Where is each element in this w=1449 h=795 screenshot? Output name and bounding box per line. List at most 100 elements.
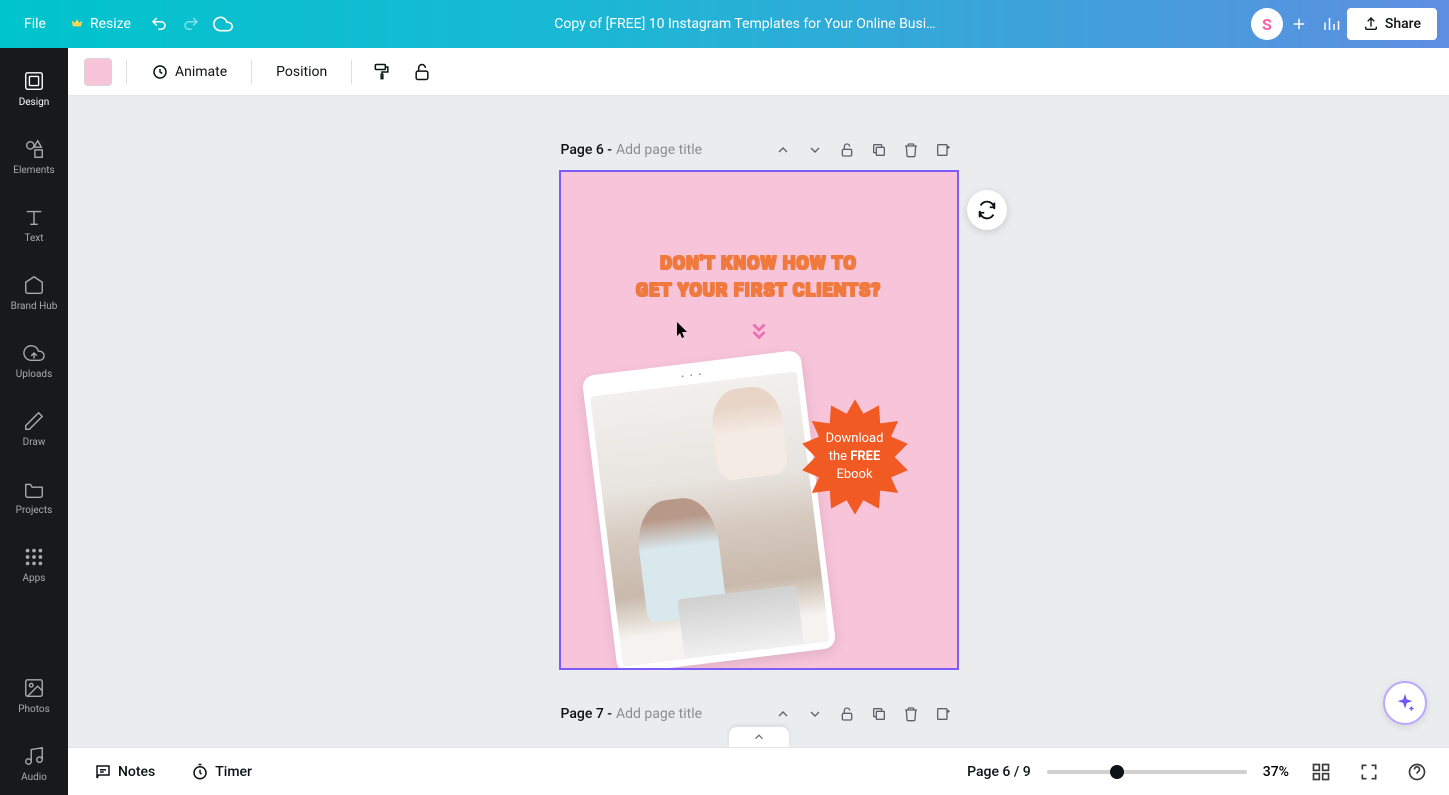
duplicate-icon xyxy=(871,706,887,722)
sidebar-label: Draw xyxy=(23,437,46,448)
lock-button[interactable] xyxy=(406,56,438,88)
sidebar-label: Elements xyxy=(13,165,54,176)
share-button[interactable]: Share xyxy=(1347,8,1437,40)
trash-icon xyxy=(903,142,919,158)
sidebar-label: Apps xyxy=(23,573,46,584)
add-page-button[interactable] xyxy=(929,136,957,164)
duplicate-page-button[interactable] xyxy=(865,700,893,728)
double-chevron-down-icon[interactable] xyxy=(748,320,770,346)
animate-button[interactable]: Animate xyxy=(141,57,237,87)
audio-icon xyxy=(22,744,46,768)
animate-label: Animate xyxy=(175,64,227,80)
add-page-button[interactable] xyxy=(929,700,957,728)
fullscreen-button[interactable] xyxy=(1353,756,1385,788)
timer-icon xyxy=(191,763,209,781)
file-menu[interactable]: File xyxy=(12,10,58,38)
page-6-wrap: DON'T KNOW HOW TO GET YOUR FIRST CLIENTS… xyxy=(559,170,959,670)
page-title-placeholder[interactable]: Add page title xyxy=(616,142,702,158)
lock-page-button[interactable] xyxy=(833,136,861,164)
page-indicator[interactable]: Page 6 / 9 xyxy=(967,764,1031,780)
color-swatch[interactable] xyxy=(84,58,112,86)
brand-icon xyxy=(22,273,46,297)
page-title-placeholder[interactable]: Add page title xyxy=(616,706,702,722)
delete-page-button[interactable] xyxy=(897,136,925,164)
separator xyxy=(251,60,252,84)
lock-icon xyxy=(839,706,855,722)
upload-icon xyxy=(1363,16,1379,32)
photos-icon xyxy=(22,676,46,700)
sidebar-label: Audio xyxy=(21,772,47,783)
grid-view-button[interactable] xyxy=(1305,756,1337,788)
move-up-button[interactable] xyxy=(769,136,797,164)
share-label: Share xyxy=(1385,16,1421,32)
draw-icon xyxy=(22,409,46,433)
chart-icon xyxy=(1322,15,1340,33)
redo-button[interactable] xyxy=(175,8,207,40)
analytics-button[interactable] xyxy=(1315,8,1347,40)
position-button[interactable]: Position xyxy=(266,58,337,86)
sparkle-icon xyxy=(1394,692,1416,714)
resize-button[interactable]: Resize xyxy=(58,10,143,38)
sidebar-label: Brand Hub xyxy=(11,301,58,312)
page-6-canvas[interactable]: DON'T KNOW HOW TO GET YOUR FIRST CLIENTS… xyxy=(559,170,959,670)
context-toolbar: Animate Position xyxy=(68,48,1449,96)
duplicate-page-button[interactable] xyxy=(865,136,893,164)
canvas-area[interactable]: Page 6 - Add page title DON'T KNOW HOW T… xyxy=(68,96,1449,747)
add-member-button[interactable] xyxy=(1283,8,1315,40)
lock-page-button[interactable] xyxy=(833,700,861,728)
burst-line-2: the FREE xyxy=(829,448,881,466)
sidebar-item-draw[interactable]: Draw xyxy=(0,396,68,460)
magic-fab[interactable] xyxy=(1383,681,1427,725)
move-down-button[interactable] xyxy=(801,136,829,164)
sidebar-item-text[interactable]: Text xyxy=(0,192,68,256)
chevron-down-icon xyxy=(807,142,823,158)
photo-placeholder xyxy=(590,371,830,666)
sync-status[interactable] xyxy=(207,8,239,40)
cursor-icon xyxy=(677,322,689,342)
regenerate-button[interactable] xyxy=(967,190,1007,230)
sidebar-label: Photos xyxy=(18,704,50,715)
trash-icon xyxy=(903,706,919,722)
collapse-panel-button[interactable] xyxy=(729,727,789,747)
paint-roller-icon xyxy=(372,62,392,82)
undo-button[interactable] xyxy=(143,8,175,40)
sidebar-item-uploads[interactable]: Uploads xyxy=(0,328,68,392)
sidebar-item-photos[interactable]: Photos xyxy=(0,663,68,727)
sidebar-label: Uploads xyxy=(16,369,52,380)
uploads-icon xyxy=(22,341,46,365)
undo-icon xyxy=(150,15,168,33)
page-6-header: Page 6 - Add page title xyxy=(559,136,959,164)
sidebar-item-projects[interactable]: Projects xyxy=(0,464,68,528)
copy-style-button[interactable] xyxy=(366,56,398,88)
burst-line-3: Ebook xyxy=(836,466,872,484)
add-page-icon xyxy=(935,142,951,158)
zoom-slider[interactable] xyxy=(1047,770,1247,774)
duplicate-icon xyxy=(871,142,887,158)
headline-line-1: DON'T KNOW HOW TO xyxy=(561,250,957,277)
user-avatar[interactable]: S xyxy=(1251,8,1283,40)
headline-text[interactable]: DON'T KNOW HOW TO GET YOUR FIRST CLIENTS… xyxy=(561,250,957,304)
resize-label: Resize xyxy=(90,16,131,32)
sidebar-item-design[interactable]: Design xyxy=(0,56,68,120)
sidebar-item-apps[interactable]: Apps xyxy=(0,532,68,596)
page-7-header: Page 7 - Add page title xyxy=(559,700,959,728)
bottom-bar: Notes Timer Page 6 / 9 37% xyxy=(68,747,1449,795)
timer-button[interactable]: Timer xyxy=(181,757,262,787)
design-icon xyxy=(22,69,46,93)
sidebar-item-elements[interactable]: Elements xyxy=(0,124,68,188)
text-icon xyxy=(22,205,46,229)
move-up-button[interactable] xyxy=(769,700,797,728)
notes-button[interactable]: Notes xyxy=(84,757,165,787)
burst-text: Download the FREE Ebook xyxy=(795,397,915,517)
delete-page-button[interactable] xyxy=(897,700,925,728)
move-down-button[interactable] xyxy=(801,700,829,728)
slider-thumb[interactable] xyxy=(1110,765,1124,779)
zoom-level[interactable]: 37% xyxy=(1263,764,1289,780)
starburst-badge[interactable]: Download the FREE Ebook xyxy=(795,397,915,517)
crown-icon xyxy=(70,17,84,31)
sidebar-item-audio[interactable]: Audio xyxy=(0,731,68,795)
document-title[interactable]: Copy of [FREE] 10 Instagram Templates fo… xyxy=(239,16,1251,32)
help-button[interactable] xyxy=(1401,756,1433,788)
redo-icon xyxy=(182,15,200,33)
sidebar-item-brand[interactable]: Brand Hub xyxy=(0,260,68,324)
